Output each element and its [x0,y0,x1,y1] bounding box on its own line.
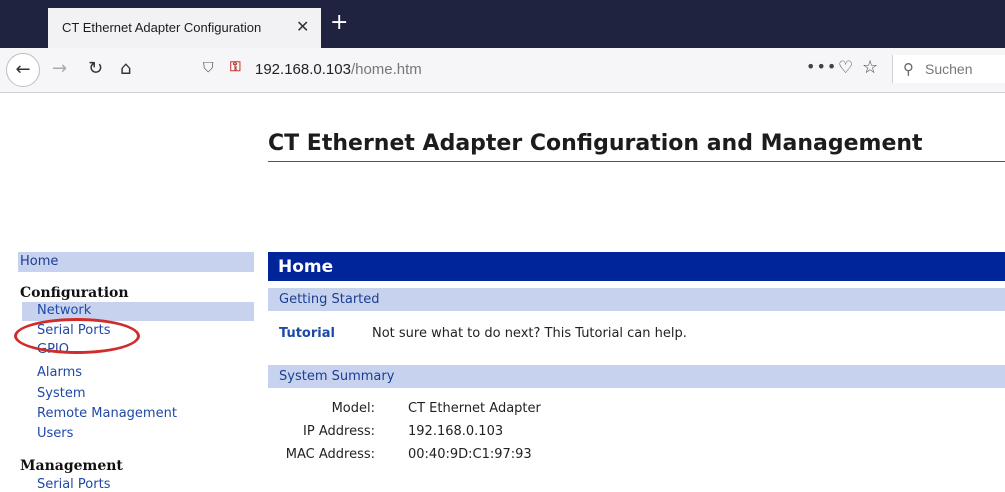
ip-address-label: IP Address: [303,424,375,439]
ip-address-value: 192.168.0.103 [408,424,504,439]
home-icon[interactable]: ⌂ [120,57,131,81]
sidebar-home-label: Home [20,254,59,269]
browser-navbar: ← → ↻ ⌂ ⛉ ⚿ 192.168.0.103/home.htm ••• ♡… [0,48,1005,93]
url-host: 192.168.0.103 [255,61,351,78]
sidebar-item-network[interactable]: Network [37,303,91,318]
more-actions-icon[interactable]: ••• [806,57,837,76]
model-value: CT Ethernet Adapter [408,401,541,416]
page-title: CT Ethernet Adapter Configuration and Ma… [268,131,923,156]
sidebar-heading-configuration: Configuration [20,285,129,301]
browser-tab[interactable]: CT Ethernet Adapter Configuration ✕ [48,8,321,48]
section-getting-started: Getting Started [268,288,1005,311]
section-system-summary-label: System Summary [279,369,395,384]
search-input[interactable]: ⚲ Suchen [892,55,1005,83]
browser-tab-strip: CT Ethernet Adapter Configuration ✕ + [0,0,1005,48]
section-getting-started-label: Getting Started [279,292,380,307]
address-bar[interactable]: 192.168.0.103/home.htm [255,61,422,78]
content-title: Home [278,257,334,277]
model-label: Model: [331,401,375,416]
url-path: /home.htm [350,61,422,78]
bookmark-star-icon[interactable]: ☆ [862,57,878,78]
sidebar-item-alarms[interactable]: Alarms [37,365,82,380]
mac-address-label: MAC Address: [285,447,375,462]
new-tab-button[interactable]: + [330,12,348,34]
shield-icon[interactable]: ⛉ [203,60,214,76]
content-header: Home [268,252,1005,281]
insecure-lock-icon[interactable]: ⚿ [230,59,241,75]
title-divider [268,161,1005,162]
sidebar-item-management-serial-ports[interactable]: Serial Ports [37,477,110,492]
tab-title: CT Ethernet Adapter Configuration [62,20,262,35]
search-icon: ⚲ [903,60,914,78]
tutorial-description: Not sure what to do next? This Tutorial … [372,326,687,341]
sidebar-item-system[interactable]: System [37,386,85,401]
forward-arrow-icon[interactable]: → [52,57,67,81]
reload-icon[interactable]: ↻ [88,57,103,81]
sidebar-item-home[interactable]: Home [18,252,254,272]
tutorial-link[interactable]: Tutorial [279,326,335,341]
pocket-icon[interactable]: ♡ [838,58,853,78]
mac-address-value: 00:40:9D:C1:97:93 [408,447,532,462]
search-placeholder: Suchen [925,61,973,77]
sidebar-item-remote-management[interactable]: Remote Management [37,406,177,421]
section-system-summary: System Summary [268,365,1005,388]
annotation-circle [14,318,140,354]
sidebar-item-users[interactable]: Users [37,426,73,441]
sidebar-heading-management: Management [20,458,123,474]
close-tab-icon[interactable]: ✕ [296,17,309,36]
back-arrow-icon[interactable]: ← [6,53,40,87]
